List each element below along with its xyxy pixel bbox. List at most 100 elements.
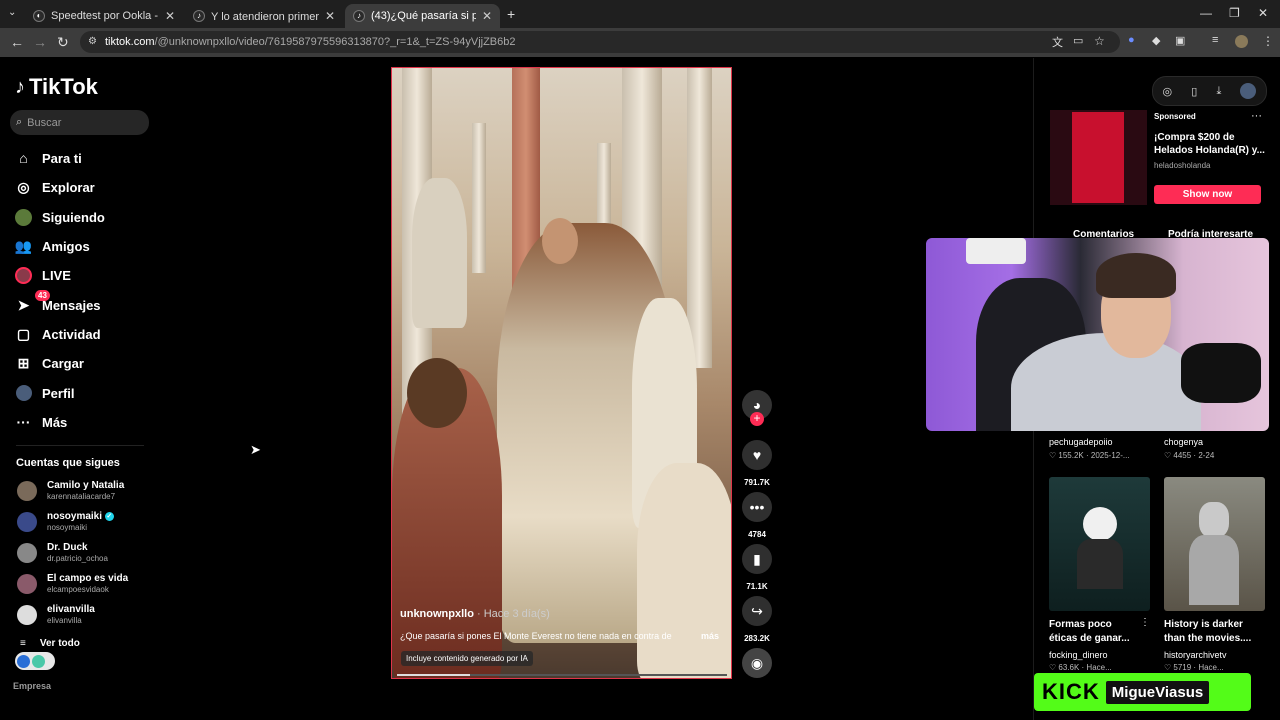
sidebar-item-explorar[interactable]: ◎ Explorar xyxy=(15,176,94,198)
avatar xyxy=(17,605,37,625)
share-icon: ↪ xyxy=(742,596,772,626)
user-avatar-icon[interactable] xyxy=(1240,83,1257,99)
device-icon[interactable]: ▯ xyxy=(1191,85,1197,98)
ad-more-icon[interactable]: ··· xyxy=(1251,110,1262,122)
bookmark-icon: ▮ xyxy=(742,544,772,574)
friends-icon: 👥 xyxy=(14,237,33,254)
url-text[interactable]: tiktok.com/@unknownpxllo/video/761958797… xyxy=(105,36,516,48)
back-icon[interactable]: ← xyxy=(10,34,24,50)
sidebar-item-cargar[interactable]: ⊞ Cargar xyxy=(15,352,84,374)
close-tab-icon[interactable]: ✕ xyxy=(165,9,175,23)
ad-title[interactable]: ¡Compra $200 de Helados Holanda(R) y... xyxy=(1154,131,1266,157)
tiktok-logo[interactable]: ♪ TikTok xyxy=(15,74,98,100)
profile-avatar-icon[interactable] xyxy=(1235,35,1248,48)
browser-tab-2[interactable]: ♪ Y lo atendieron primero 😭😭 ( ✕ xyxy=(185,4,343,28)
comment-count: 4784 xyxy=(748,530,766,539)
rec-user[interactable]: pechugadepoiio xyxy=(1049,437,1113,447)
bookmark-star-icon[interactable]: ☆ xyxy=(1094,34,1105,48)
save-button[interactable]: ▮ 71.1K xyxy=(742,544,772,591)
rec-user[interactable]: historyarchivetv xyxy=(1164,650,1227,660)
nav-label: Cargar xyxy=(42,355,84,371)
media-controls-icon[interactable]: ≡ xyxy=(1212,34,1218,46)
extension-icon[interactable]: ● xyxy=(1128,34,1135,46)
extension-floating-widget[interactable] xyxy=(15,652,55,670)
new-tab-icon[interactable]: + xyxy=(507,6,515,22)
sidebar-item-para-ti[interactable]: ⌂ Para ti xyxy=(15,147,81,169)
sidebar-item-mas[interactable]: ··· Más xyxy=(15,411,68,433)
maximize-icon[interactable]: ❐ xyxy=(1229,6,1240,20)
footer-link[interactable]: Empresa xyxy=(13,681,51,691)
video-description: ¿Que pasaría si pones El Monte Everest n… xyxy=(400,631,672,641)
followed-account[interactable]: Dr. Duck dr.patricio_ochoa xyxy=(17,542,108,564)
share-count: 283.2K xyxy=(744,634,770,643)
tab-list-chevron-icon[interactable]: ⌄ xyxy=(8,7,16,18)
video-author[interactable]: unknownpxllo · Hace 3 día(s) xyxy=(400,608,550,620)
save-count: 71.1K xyxy=(746,582,768,591)
followed-account[interactable]: El campo es vida elcampoesvidaok xyxy=(17,573,128,595)
rec-title[interactable]: History is darker than the movies.... xyxy=(1164,618,1264,646)
close-window-icon[interactable]: ✕ xyxy=(1258,6,1268,20)
rec-likes: 5719 xyxy=(1173,663,1192,672)
kick-stream-overlay: KICK MigueViasus xyxy=(1034,673,1251,711)
minimize-icon[interactable]: — xyxy=(1200,6,1212,20)
browser-tab-3[interactable]: ♪ (43)¿Qué pasaría si pones el M ✕ xyxy=(345,4,500,28)
forward-icon[interactable]: → xyxy=(33,34,47,50)
rec-likes: 155.2K xyxy=(1058,451,1084,460)
video-progress-fill xyxy=(397,674,470,676)
ad-thumbnail[interactable] xyxy=(1050,110,1147,205)
sidebar-item-live[interactable]: LIVE xyxy=(15,264,71,286)
share-button[interactable]: ↪ 283.2K xyxy=(742,596,772,643)
sidebar-item-perfil[interactable]: Perfil xyxy=(15,382,75,404)
video-progress-bar[interactable] xyxy=(397,674,727,676)
account-name: Dr. Duck xyxy=(47,542,88,553)
ad-show-now-button[interactable]: Show now xyxy=(1154,185,1261,204)
browser-tab-1[interactable]: ◐ Speedtest por Ookla - La prueb ✕ xyxy=(25,4,183,28)
account-name: elivanvilla xyxy=(47,604,95,615)
activity-icon: ▢ xyxy=(16,325,31,342)
rec-user[interactable]: focking_dinero xyxy=(1049,650,1108,660)
close-tab-icon[interactable]: ✕ xyxy=(325,9,335,23)
nav-label: Siguiendo xyxy=(42,209,105,225)
comment-button[interactable]: ••• 4784 xyxy=(742,492,772,539)
sidebar-item-mensajes[interactable]: ➤ 43 Mensajes xyxy=(15,289,101,316)
rec-thumbnail[interactable] xyxy=(1164,477,1265,611)
browser-menu-icon[interactable]: ⋮ xyxy=(1262,34,1274,48)
follow-plus-icon[interactable]: + xyxy=(750,412,764,426)
coins-icon[interactable]: ◎ xyxy=(1163,85,1173,98)
rec-meta: ♡ 4455 · 2-24 xyxy=(1164,451,1215,460)
rec-title[interactable]: Formas poco éticas de ganar... xyxy=(1049,618,1139,646)
tiktok-note-icon: ♪ xyxy=(15,75,25,98)
sidebar-item-siguiendo[interactable]: Siguiendo xyxy=(15,206,105,228)
rec-user[interactable]: chogenya xyxy=(1164,437,1203,447)
ad-handle[interactable]: heladosholanda xyxy=(1154,161,1211,170)
like-button[interactable]: ♥ 791.7K xyxy=(742,440,772,487)
kick-username: MigueViasus xyxy=(1105,680,1210,704)
rec-more-icon[interactable]: ⋮ xyxy=(1140,617,1150,628)
search-input[interactable]: ⌕ Buscar xyxy=(10,110,149,135)
site-info-icon[interactable]: ⚙ xyxy=(88,36,97,47)
sound-disc-button[interactable]: ◉ xyxy=(742,648,772,678)
heart-icon: ♥ xyxy=(742,440,772,470)
video-player[interactable] xyxy=(391,67,732,679)
sidebar-item-amigos[interactable]: 👥 Amigos xyxy=(15,235,90,257)
followed-account[interactable]: Camilo y Natalia karennataliacarde7 xyxy=(17,480,124,502)
list-icon: ≡ xyxy=(20,638,26,649)
see-all-link[interactable]: ≡ Ver todo xyxy=(20,638,80,649)
author-avatar-button[interactable]: ◕ + xyxy=(742,390,772,426)
reload-icon[interactable]: ↻ xyxy=(57,34,69,51)
description-more-link[interactable]: más xyxy=(701,631,719,641)
sidebar-item-actividad[interactable]: ▢ Actividad xyxy=(15,323,101,345)
extension-diamond-icon[interactable]: ◆ xyxy=(1152,34,1160,47)
followed-account[interactable]: nosoymaiki ✓ nosoymaiki xyxy=(17,511,114,533)
followed-account[interactable]: elivanvilla elivanvilla xyxy=(17,604,95,626)
mouse-cursor-icon: ➤ xyxy=(250,442,261,457)
extensions-puzzle-icon[interactable]: ▣ xyxy=(1175,34,1185,47)
avatar xyxy=(17,512,37,532)
nav-label: Perfil xyxy=(42,385,75,401)
rec-thumbnail[interactable] xyxy=(1049,477,1150,611)
translate-icon[interactable]: 文 xyxy=(1052,34,1063,50)
account-handle: elcampoesvidaok xyxy=(47,585,109,594)
cast-icon[interactable]: ▭ xyxy=(1073,34,1083,47)
download-icon[interactable]: ⤓ xyxy=(1216,85,1221,98)
close-tab-icon[interactable]: ✕ xyxy=(482,9,492,23)
